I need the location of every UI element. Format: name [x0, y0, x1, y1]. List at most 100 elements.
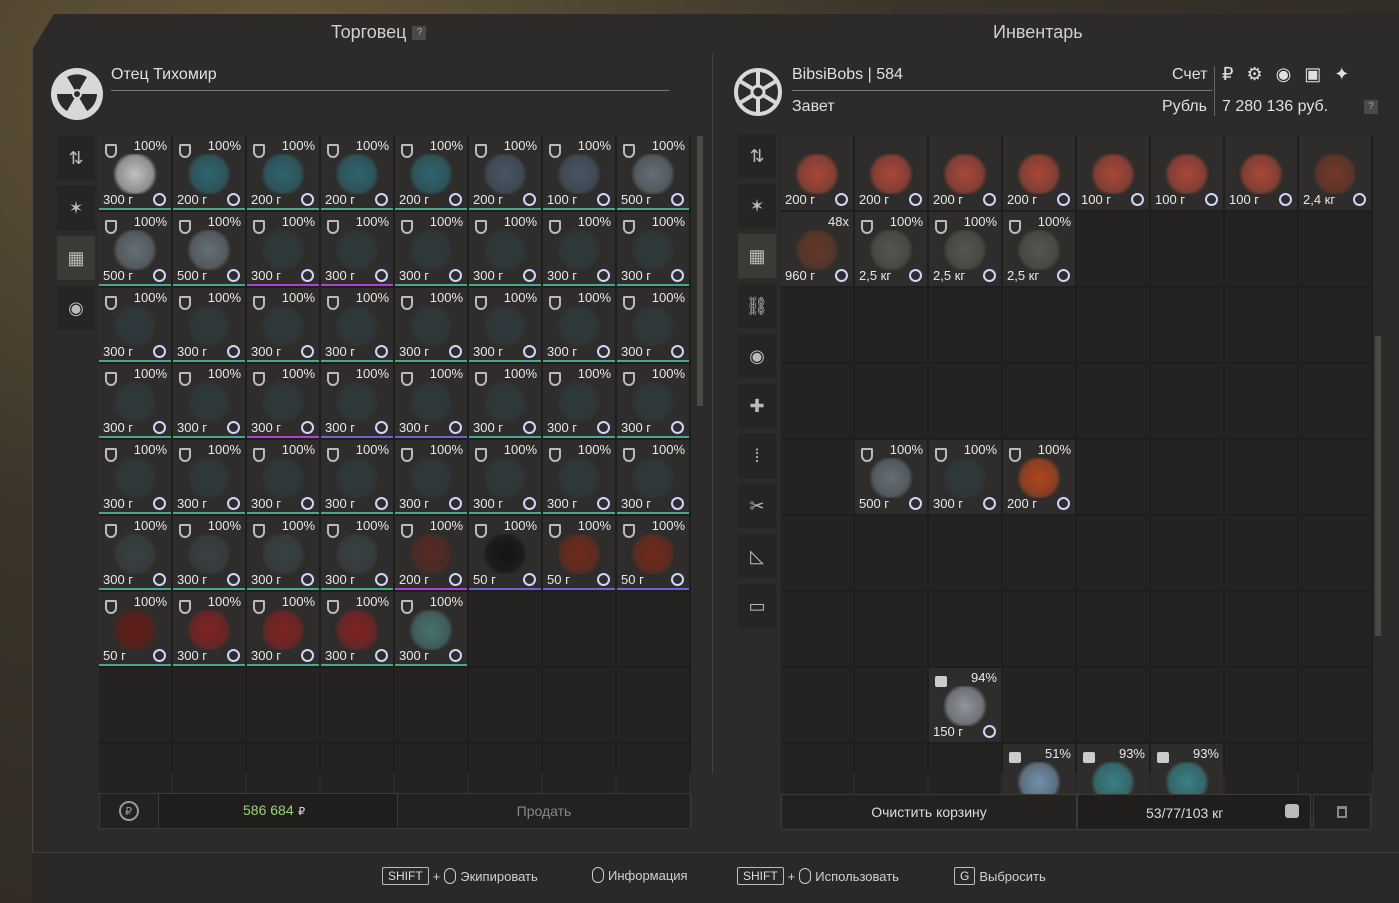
player-tab-ruler[interactable]: ◺	[738, 534, 776, 578]
inventory-item[interactable]: 100% 500 г	[855, 440, 927, 514]
trader-help-button[interactable]: ?	[412, 26, 427, 41]
clear-basket-button[interactable]: Очистить корзину	[781, 794, 1077, 830]
inventory-item[interactable]: 100% 2,5 кг	[1003, 212, 1075, 286]
empty-slot	[395, 668, 467, 742]
trader-item[interactable]: 100% 300 г	[247, 212, 319, 286]
trader-item[interactable]: 100% 500 г	[617, 136, 689, 210]
ruble-icon[interactable]: ₽	[99, 793, 159, 829]
trader-item[interactable]: 100% 300 г	[395, 212, 467, 286]
trader-item[interactable]: 100% 300 г	[395, 592, 467, 666]
sell-button[interactable]: Продать	[397, 793, 691, 829]
trader-item[interactable]: 100% 300 г	[395, 288, 467, 362]
player-tab-tools[interactable]: ✂	[738, 484, 776, 528]
player-scroll-thumb[interactable]	[1375, 336, 1381, 636]
trader-grid: 100% 300 г 100% 200 г 100% 200 г 100% 200 г 100%…	[99, 136, 691, 818]
rarity-underline	[543, 360, 615, 362]
trader-item[interactable]: 100% 300 г	[173, 516, 245, 590]
trader-item[interactable]: 100% 300 г	[395, 440, 467, 514]
inventory-item[interactable]: 94% 150 г	[929, 668, 1001, 742]
inventory-item[interactable]: 2,4 кг	[1299, 136, 1371, 210]
trader-item[interactable]: 100% 300 г	[543, 288, 615, 362]
inventory-item[interactable]: 48x 960 г	[781, 212, 853, 286]
trader-tab-sort[interactable]: ⇅	[57, 136, 95, 180]
player-scrollbar[interactable]	[1375, 136, 1381, 774]
trader-item[interactable]: 100% 300 г	[469, 440, 541, 514]
inventory-item[interactable]: 100 г	[1151, 136, 1223, 210]
account-icons[interactable]: ₽ ⚙ ◉ ▣ ✦	[1222, 64, 1353, 85]
trader-item[interactable]: 100% 300 г	[99, 516, 171, 590]
player-tab-box[interactable]: ▭	[738, 584, 776, 628]
inventory-item[interactable]: 200 г	[1003, 136, 1075, 210]
trader-item[interactable]: 100% 300 г	[617, 288, 689, 362]
trader-item[interactable]: 100% 200 г	[321, 136, 393, 210]
trader-item[interactable]: 100% 300 г	[247, 516, 319, 590]
trader-item[interactable]: 100% 500 г	[99, 212, 171, 286]
trader-item[interactable]: 100% 300 г	[247, 592, 319, 666]
trader-item[interactable]: 100% 300 г	[321, 288, 393, 362]
trader-item[interactable]: 100% 100 г	[543, 136, 615, 210]
player-tab-grid[interactable]: ▦	[738, 234, 776, 278]
trader-item[interactable]: 100% 200 г	[469, 136, 541, 210]
trader-item[interactable]: 100% 300 г	[99, 288, 171, 362]
trader-item[interactable]: 100% 300 г	[321, 440, 393, 514]
trader-item[interactable]: 100% 500 г	[173, 212, 245, 286]
trader-item[interactable]: 100% 300 г	[617, 212, 689, 286]
trader-item[interactable]: 100% 300 г	[173, 364, 245, 438]
trader-item[interactable]: 100% 300 г	[173, 440, 245, 514]
trash-button[interactable]	[1313, 794, 1371, 830]
trader-item[interactable]: 100% 300 г	[543, 440, 615, 514]
inventory-item[interactable]: 100% 2,5 кг	[929, 212, 1001, 286]
inventory-item[interactable]: 100 г	[1077, 136, 1149, 210]
trader-item[interactable]: 100% 300 г	[321, 212, 393, 286]
player-tab-ammo[interactable]: ⁞	[738, 434, 776, 478]
trader-item[interactable]: 100% 300 г	[617, 440, 689, 514]
trader-item[interactable]: 100% 200 г	[173, 136, 245, 210]
trader-item[interactable]: 100% 50 г	[543, 516, 615, 590]
trader-item[interactable]: 100% 300 г	[99, 136, 171, 210]
trader-tab-star[interactable]: ✶	[57, 186, 95, 230]
trader-item[interactable]: 100% 50 г	[99, 592, 171, 666]
inventory-item[interactable]: 100% 2,5 кг	[855, 212, 927, 286]
player-tab-star[interactable]: ✶	[738, 184, 776, 228]
inventory-item[interactable]: 200 г	[855, 136, 927, 210]
inventory-item[interactable]: 100 г	[1225, 136, 1297, 210]
trader-item[interactable]: 100% 300 г	[469, 212, 541, 286]
trader-item[interactable]: 100% 200 г	[395, 136, 467, 210]
trader-item[interactable]: 100% 300 г	[543, 212, 615, 286]
trader-item[interactable]: 100% 300 г	[173, 592, 245, 666]
trader-item[interactable]: 100% 300 г	[469, 364, 541, 438]
trader-item[interactable]: 100% 50 г	[469, 516, 541, 590]
trader-item[interactable]: 100% 300 г	[99, 440, 171, 514]
trader-item[interactable]: 100% 300 г	[321, 592, 393, 666]
player-tab-sort[interactable]: ⇅	[738, 134, 776, 178]
item-weight: 2,5 кг	[859, 268, 892, 283]
trader-item[interactable]: 100% 300 г	[617, 364, 689, 438]
item-weight: 300 г	[621, 420, 652, 435]
player-tab-medkit[interactable]: ✚	[738, 384, 776, 428]
inventory-item[interactable]: 200 г	[929, 136, 1001, 210]
trader-item[interactable]: 100% 300 г	[247, 364, 319, 438]
trader-scroll-thumb[interactable]	[697, 136, 703, 406]
trader-scrollbar[interactable]	[697, 136, 703, 774]
trader-item[interactable]: 100% 300 г	[247, 440, 319, 514]
trader-tab-artifact[interactable]: ◉	[57, 286, 95, 330]
player-tab-artifact[interactable]: ◉	[738, 334, 776, 378]
trader-item[interactable]: 100% 200 г	[247, 136, 319, 210]
trader-item[interactable]: 100% 300 г	[321, 516, 393, 590]
inventory-item[interactable]: 100% 200 г	[1003, 440, 1075, 514]
trader-item[interactable]: 100% 300 г	[99, 364, 171, 438]
trader-item[interactable]: 100% 300 г	[173, 288, 245, 362]
item-weight: 300 г	[325, 496, 356, 511]
trader-tab-grid[interactable]: ▦	[57, 236, 95, 280]
trader-item[interactable]: 100% 300 г	[247, 288, 319, 362]
inventory-item[interactable]: 100% 300 г	[929, 440, 1001, 514]
money-help-button[interactable]: ?	[1364, 100, 1378, 114]
player-tab-link[interactable]: ⛓	[738, 284, 776, 328]
trader-item[interactable]: 100% 300 г	[469, 288, 541, 362]
trader-item[interactable]: 100% 50 г	[617, 516, 689, 590]
trader-item[interactable]: 100% 300 г	[543, 364, 615, 438]
trader-item[interactable]: 100% 200 г	[395, 516, 467, 590]
trader-item[interactable]: 100% 300 г	[395, 364, 467, 438]
inventory-item[interactable]: 200 г	[781, 136, 853, 210]
trader-item[interactable]: 100% 300 г	[321, 364, 393, 438]
